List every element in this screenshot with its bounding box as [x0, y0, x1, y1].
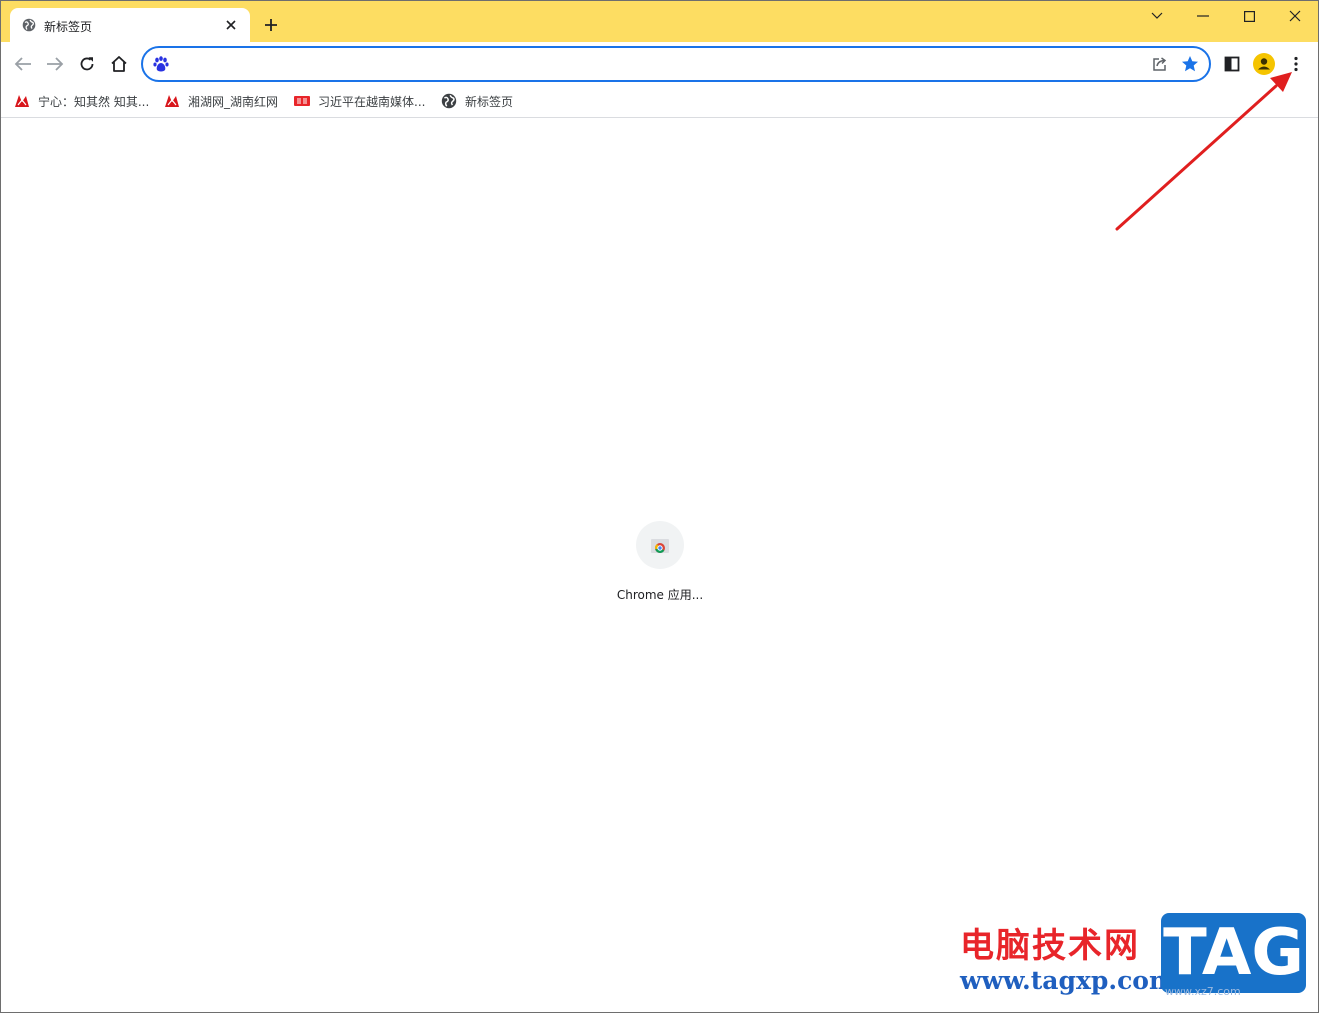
- bookmark-item[interactable]: 湘湖网_湖南红网: [164, 92, 278, 110]
- watermark-sub-url: www.xz7.com: [1165, 985, 1241, 998]
- shortcut-icon-circle: [636, 521, 684, 569]
- bookmark-item[interactable]: 新标签页: [441, 92, 513, 110]
- bookmark-label: 新标签页: [465, 94, 514, 109]
- profile-avatar-icon[interactable]: [1252, 52, 1276, 76]
- minimize-icon[interactable]: [1180, 6, 1226, 26]
- watermark-tag-text: TAG: [1163, 916, 1304, 990]
- globe-icon: [441, 93, 457, 109]
- tab-title: 新标签页: [44, 20, 93, 34]
- close-window-icon[interactable]: [1272, 6, 1318, 26]
- forward-arrow-icon[interactable]: [43, 52, 67, 76]
- watermark-url: www.tagxp.com: [960, 966, 1176, 995]
- omnibox-input[interactable]: [177, 54, 1141, 76]
- toutiao-logo-icon: [294, 93, 310, 109]
- site-logo-icon: [164, 93, 180, 109]
- bookmark-label: 宁心：知其然 知其...: [38, 94, 150, 109]
- shortcut-label: Chrome 应用...: [616, 588, 704, 602]
- globe-icon: [22, 18, 36, 32]
- bookmark-label: 湘湖网_湖南红网: [188, 94, 279, 109]
- close-tab-icon[interactable]: [222, 16, 240, 34]
- site-logo-icon: [14, 93, 30, 109]
- share-icon[interactable]: [1151, 55, 1169, 73]
- bookmark-star-icon[interactable]: [1180, 54, 1200, 74]
- maximize-icon[interactable]: [1226, 6, 1272, 26]
- address-bar[interactable]: [141, 46, 1211, 82]
- new-tab-plus-icon[interactable]: [262, 16, 280, 34]
- toolbar: [0, 42, 1319, 86]
- home-icon[interactable]: [107, 52, 131, 76]
- chrome-web-store-icon: [651, 539, 669, 553]
- side-panel-icon[interactable]: [1220, 52, 1244, 76]
- watermark-site-name: 电脑技术网: [960, 926, 1140, 966]
- window-frame: [0, 0, 1319, 1013]
- shortcut-tile-chrome-apps[interactable]: Chrome 应用...: [610, 520, 710, 610]
- annotation-arrow: [1115, 72, 1292, 231]
- reload-icon[interactable]: [75, 52, 99, 76]
- bookmarks-bar: 宁心：知其然 知其... 湘湖网_湖南红网 习近平在越南媒体... 新标签页: [0, 86, 1319, 118]
- back-arrow-icon[interactable]: [11, 52, 35, 76]
- tab-search-chevron-icon[interactable]: [1134, 6, 1180, 26]
- bookmark-label: 习近平在越南媒体...: [318, 94, 426, 109]
- baidu-paw-icon: [152, 55, 170, 73]
- tab-new-tab[interactable]: 新标签页: [10, 8, 250, 42]
- more-menu-kebab-icon[interactable]: [1284, 52, 1308, 76]
- bookmark-item[interactable]: 习近平在越南媒体...: [294, 92, 425, 110]
- bookmark-item[interactable]: 宁心：知其然 知其...: [14, 92, 149, 110]
- watermark-tag-logo: TAG: [1161, 913, 1306, 993]
- tab-strip: 新标签页: [0, 0, 1319, 42]
